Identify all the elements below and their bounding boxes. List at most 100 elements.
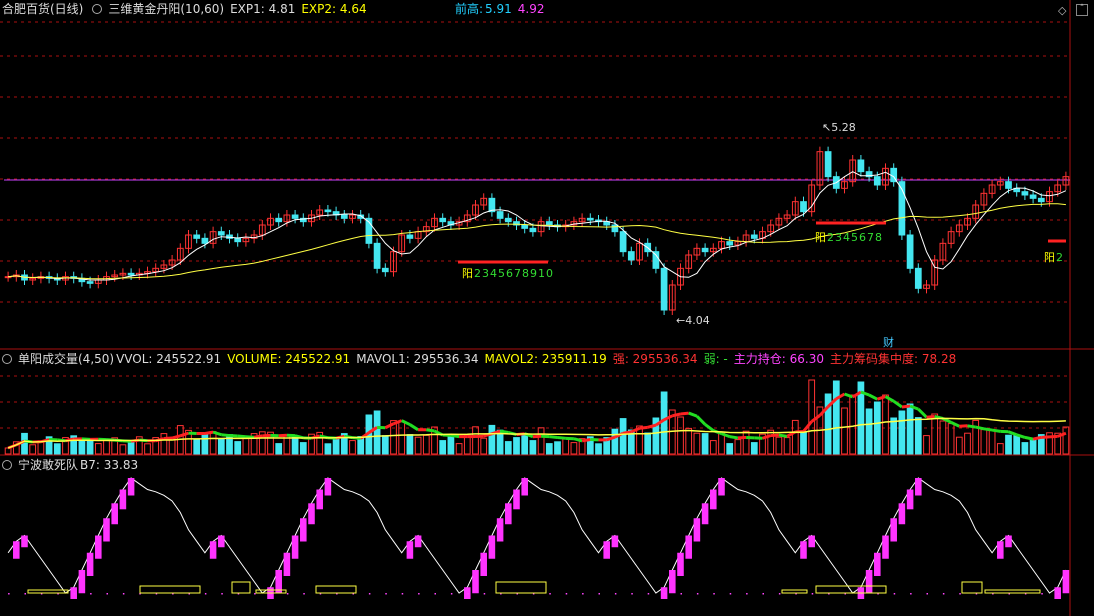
candle-body [726, 241, 734, 246]
oscillator-rise-block [488, 535, 496, 559]
candle-body [504, 217, 512, 223]
volume-bar [554, 441, 561, 455]
oscillator-rise-block [496, 518, 504, 542]
oscillator-baseline-dot [631, 593, 633, 595]
oscillator-rise-block [103, 518, 110, 542]
yang-signal-3-char: 阳 [1044, 251, 1056, 264]
b7-value: B7: 33.83 [80, 458, 139, 472]
volume-bar [504, 441, 512, 455]
prev-high-value1: 5.91 [485, 2, 512, 16]
mavol1-value: MAVOL1: 295536.34 [356, 352, 479, 366]
volume-bar [898, 410, 906, 455]
prev-high-label: 前高: [455, 2, 484, 16]
volume-bar [447, 436, 455, 455]
oscillator-rise-block [718, 478, 725, 496]
volume-ma-segment [762, 434, 772, 440]
yang-signal-2-char: 阳 [815, 231, 827, 244]
volume-bar [660, 391, 668, 455]
candle-body [545, 221, 553, 226]
oscillator-rise-block [521, 478, 528, 496]
oscillator-rise-block [915, 478, 922, 496]
max-price-annotation: ↖5.28 [822, 121, 856, 134]
volume-bar [488, 424, 496, 455]
prev-high-value2: 4.92 [517, 2, 545, 16]
candle-body [1029, 194, 1037, 199]
oscillator-baseline-dot [713, 593, 715, 595]
volume-bar [996, 443, 1004, 455]
oscillator-rise-block [414, 535, 422, 548]
volume-ma-segment [671, 412, 681, 418]
volume-bar [217, 438, 225, 455]
oscillator-baseline-dot [90, 593, 92, 595]
volume-bar [914, 417, 922, 455]
oscillator-baseline-dot [303, 593, 305, 595]
oscillator-rise-block [800, 541, 807, 559]
volume-bar [595, 443, 602, 455]
volume-bar [923, 435, 930, 455]
oscillator-baseline-dot [467, 593, 469, 595]
diamond-toggle-icon[interactable]: ◇ [1058, 4, 1066, 17]
volume-bar [144, 443, 151, 455]
volume-indicator-name[interactable]: 单阳成交量(4,50) [18, 352, 114, 366]
oscillator-baseline-dot [582, 593, 584, 595]
volume-bar [275, 443, 283, 455]
panel-options-icon[interactable]: ˄ [1076, 4, 1088, 16]
oscillator-indicator-name[interactable]: 宁波敢死队 [18, 458, 78, 472]
finance-badge[interactable]: 财 [883, 334, 894, 350]
volume-ma-segment [450, 433, 460, 439]
yang-signal-2: 阳2345678 [815, 229, 883, 245]
candle-body [906, 234, 914, 269]
oscillator-rise-block [95, 535, 102, 559]
price-chart[interactable] [0, 0, 1094, 350]
volume-bar [1029, 438, 1037, 455]
volume-bar [1062, 426, 1070, 455]
oscillator-baseline-dot [565, 593, 568, 595]
oscillator-rise-block [78, 570, 86, 594]
oscillator-chart[interactable] [0, 456, 1094, 616]
oscillator-rise-block [86, 552, 94, 576]
oscillator-panel[interactable]: 宁波敢死队 B7: 33.83 [0, 456, 1094, 616]
candle-body [627, 251, 635, 261]
volume-bar [701, 433, 709, 455]
arrow-icon: ↖ [822, 121, 832, 134]
volume-bar [545, 443, 553, 455]
volume-bar [193, 439, 201, 455]
oscillator-baseline-dot [418, 593, 420, 595]
volume-ma-segment [171, 434, 181, 440]
volume-ma-segment [926, 414, 935, 419]
volume-bar [964, 432, 971, 455]
volume-bar [209, 431, 217, 455]
indicator-dot-icon[interactable] [2, 460, 12, 470]
candle-body [701, 247, 709, 253]
candle-body [275, 217, 283, 223]
volume-bar [406, 434, 414, 455]
oscillator-baseline-dot [24, 593, 26, 595]
oscillator-baseline-dot [942, 593, 945, 595]
volume-ma-segment [204, 430, 214, 435]
volume-ma-segment [639, 425, 648, 430]
volume-panel[interactable]: 单阳成交量(4,50) VVOL: 245522.91 VOLUME: 245522… [0, 350, 1094, 456]
price-panel[interactable]: 合肥百货(日线) 三维黄金丹阳(10,60) EXP1: 4.81 EXP2: 4.6… [0, 0, 1094, 350]
oscillator-rise-block [677, 552, 684, 576]
volume-bar [537, 427, 545, 455]
volume-bar [906, 403, 914, 455]
oscillator-yellow-box [139, 585, 201, 594]
volume-bar [299, 442, 307, 455]
oscillator-rise-block [701, 503, 709, 525]
indicator-dot-icon[interactable] [92, 4, 103, 14]
volume-ma-segment [384, 422, 395, 430]
oscillator-baseline-dot [385, 593, 387, 595]
indicator-dot-icon[interactable] [2, 354, 12, 364]
indicator-name[interactable]: 三维黄金丹阳(10,60) [108, 2, 224, 16]
volume-ma-segment [975, 425, 985, 431]
volume-bar [86, 438, 94, 455]
volume-bar [726, 443, 734, 455]
volume-bar [767, 429, 775, 455]
volume-ma-segment [802, 420, 813, 433]
oscillator-baseline-dot [614, 593, 617, 595]
yang-signal-1-char: 阳 [462, 267, 474, 280]
volume-bar [103, 439, 110, 455]
oscillator-rise-block [291, 535, 299, 559]
volume-bar [422, 434, 430, 455]
volume-bar [1021, 442, 1029, 455]
